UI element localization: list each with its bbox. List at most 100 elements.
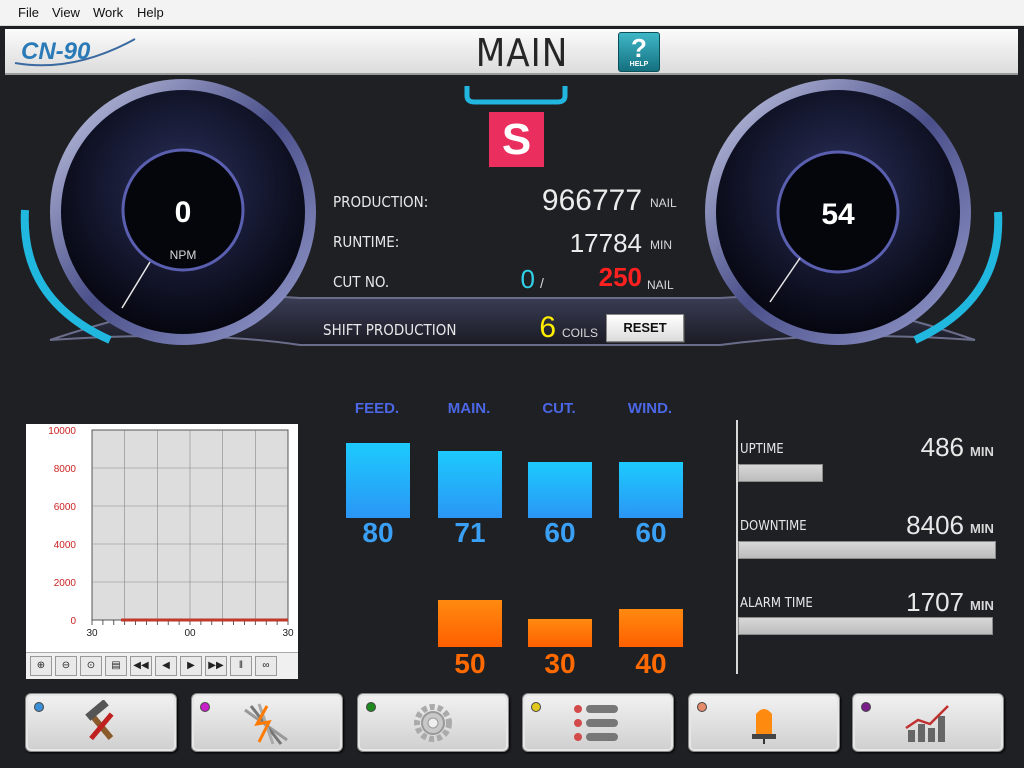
zoom-in-icon[interactable]: ⊕: [30, 656, 52, 676]
alarm-time-value: 1707: [906, 587, 964, 617]
bar-top-value: 60: [635, 517, 667, 548]
status-indicator: S: [489, 112, 544, 167]
fast-rewind-icon[interactable]: ◀◀: [130, 656, 152, 676]
downtime-label: DOWNTIME: [740, 519, 807, 534]
status-dot: [697, 702, 707, 712]
bar-chart-icon: [905, 705, 949, 742]
status-dot: [861, 702, 871, 712]
bar-top-value: 80: [362, 517, 394, 548]
pause-icon[interactable]: ‖: [230, 656, 252, 676]
x-tick-label: 30: [86, 628, 98, 639]
list-icon: [574, 705, 618, 741]
trend-chart-plot: 10000 8000 6000 4000 2000 0 30 00 30: [48, 426, 294, 639]
production-value: 966777: [541, 184, 642, 217]
cut-no-target: 250: [598, 262, 642, 292]
statistics-button[interactable]: [852, 693, 1004, 752]
bar-column-label: CUT.: [542, 400, 576, 417]
bar-bottom: [438, 600, 502, 647]
bar-bottom: [528, 619, 592, 647]
trend-chart: 10000 8000 6000 4000 2000 0 30 00 30 ⊕ ⊖ ⊙ ▤ ◀◀ ◀ ▶ ▶▶…: [26, 424, 298, 679]
uptime-value: 486: [920, 432, 964, 462]
cut-no-label: CUT NO.: [333, 273, 390, 291]
help-icon: ?: [631, 33, 647, 63]
bar-top-value: 60: [544, 517, 576, 548]
settings-button[interactable]: [357, 693, 509, 752]
y-tick-label: 4000: [54, 540, 77, 551]
y-tick-label: 10000: [48, 426, 76, 437]
shift-production-label: SHIFT PRODUCTION: [323, 321, 457, 339]
zoom-reset-icon[interactable]: ⊙: [80, 656, 102, 676]
bar-bottom-value: 50: [454, 648, 486, 679]
bar-top: [346, 443, 410, 518]
alarm-time-bar: [738, 617, 993, 635]
shift-production-unit: COILS: [562, 326, 599, 340]
downtime-bar: [738, 541, 996, 559]
status-dot: [531, 702, 541, 712]
y-tick-label: 2000: [54, 578, 77, 589]
step-forward-icon[interactable]: ▶: [180, 656, 202, 676]
menu-view[interactable]: View: [52, 5, 80, 20]
print-icon[interactable]: ▤: [105, 656, 127, 676]
tools-button[interactable]: [25, 693, 177, 752]
cut-no-separator: /: [540, 275, 544, 291]
bar-top: [619, 462, 683, 518]
bar-top: [528, 462, 592, 518]
alarm-time-unit: MIN: [970, 598, 994, 613]
bar-bottom-value: 30: [544, 648, 576, 679]
uptime-label: UPTIME: [740, 442, 784, 457]
downtime-value: 8406: [906, 510, 964, 540]
help-label: HELP: [629, 61, 649, 68]
reset-button[interactable]: RESET: [606, 314, 684, 342]
y-tick-label: 6000: [54, 502, 77, 513]
shift-production-value: 6: [539, 311, 556, 344]
bar-column-label: WIND.: [627, 400, 673, 417]
bar-column-label: FEED.: [354, 400, 400, 417]
status-dot: [200, 702, 210, 712]
nails-icon: [244, 703, 288, 745]
runtime-label: RUNTIME:: [333, 233, 400, 251]
menu-help[interactable]: Help: [137, 5, 164, 20]
help-button[interactable]: ? HELP: [618, 32, 660, 72]
status-dot: [366, 702, 376, 712]
page-title: MAIN: [475, 31, 569, 75]
left-gauge-value: 0: [174, 196, 192, 229]
cut-no-current: 0: [520, 264, 535, 294]
right-gauge-value: 54: [821, 198, 855, 231]
logo-text: CN-90: [21, 38, 91, 65]
x-tick-label: 30: [282, 628, 294, 639]
bar-bottom: [619, 609, 683, 647]
step-back-icon[interactable]: ◀: [155, 656, 177, 676]
runtime-unit: MIN: [650, 238, 672, 252]
alarm-time-label: ALARM TIME: [740, 596, 813, 611]
link-icon[interactable]: ∞: [255, 656, 277, 676]
logo: CN-90: [14, 38, 136, 67]
status-dot: [34, 702, 44, 712]
menu-file[interactable]: File: [18, 5, 39, 20]
zoom-out-icon[interactable]: ⊖: [55, 656, 77, 676]
uptime-unit: MIN: [970, 444, 994, 459]
uptime-bar: [738, 464, 823, 482]
chart-toolbar: ⊕ ⊖ ⊙ ▤ ◀◀ ◀ ▶ ▶▶ ‖ ∞: [26, 652, 298, 679]
production-unit: NAIL: [650, 196, 677, 210]
status-bracket: [464, 86, 568, 105]
list-button[interactable]: [522, 693, 674, 752]
menu-work[interactable]: Work: [93, 5, 123, 20]
bar-top: [438, 451, 502, 518]
fast-forward-icon[interactable]: ▶▶: [205, 656, 227, 676]
runtime-value: 17784: [569, 228, 642, 258]
menu-bar: File View Work Help: [0, 0, 1024, 26]
y-tick-label: 0: [70, 616, 76, 627]
gear-icon: [414, 704, 452, 742]
left-gauge-unit: NPM: [169, 248, 197, 262]
bar-top-value: 71: [454, 517, 486, 548]
cut-no-unit: NAIL: [647, 278, 674, 292]
bar-bottom-value: 40: [635, 648, 667, 679]
header-bar: CN-90 MAIN ? HELP: [5, 29, 1018, 75]
alarm-button[interactable]: [688, 693, 840, 752]
nail-button[interactable]: [191, 693, 343, 752]
y-tick-label: 8000: [54, 464, 77, 475]
downtime-unit: MIN: [970, 521, 994, 536]
alarm-light-icon: [752, 709, 776, 744]
x-tick-label: 00: [184, 628, 196, 639]
hammer-wrench-icon: [85, 700, 114, 741]
